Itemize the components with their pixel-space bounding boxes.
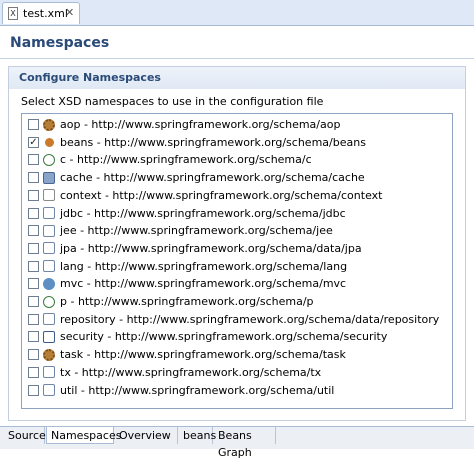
namespace-label: task - http://www.springframework.org/sc…: [60, 348, 346, 362]
editor-page-tabs: Source Namespaces Overview beans Beans Graph: [0, 426, 474, 459]
editor-tab-bar: X test.xml ✕: [0, 0, 474, 26]
xml-file-icon: X: [8, 7, 18, 20]
namespace-label: jdbc - http://www.springframework.org/sc…: [60, 206, 346, 220]
namespace-label: tx - http://www.springframework.org/sche…: [60, 365, 322, 379]
namespace-row[interactable]: ✓ beans - http://www.springframework.org/…: [28, 134, 448, 151]
bean-icon: [45, 137, 54, 147]
namespace-label: jee - http://www.springframework.org/sch…: [60, 224, 333, 238]
namespace-checkbox[interactable]: ✓: [28, 136, 39, 148]
header-divider: [0, 58, 474, 59]
namespace-checkbox[interactable]: [28, 207, 39, 219]
namespace-row[interactable]: context - http://www.springframework.org…: [28, 187, 448, 204]
mvc-icon: [43, 277, 55, 290]
namespace-row[interactable]: c - http://www.springframework.org/schem…: [28, 151, 448, 168]
namespace-row[interactable]: cache - http://www.springframework.org/s…: [28, 169, 448, 186]
section-header[interactable]: Configure Namespaces: [9, 67, 465, 89]
namespace-row[interactable]: mvc - http://www.springframework.org/sch…: [28, 275, 448, 292]
tab-beans-graph[interactable]: Beans Graph: [214, 427, 276, 459]
task-icon: [43, 348, 55, 361]
namespace-checkbox[interactable]: [28, 296, 39, 307]
jpa-icon: [43, 242, 55, 255]
namespace-label: jpa - http://www.springframework.org/sch…: [60, 241, 362, 255]
namespace-label: p - http://www.springframework.org/schem…: [60, 295, 314, 308]
namespace-label: context - http://www.springframework.org…: [60, 188, 383, 202]
namespace-checkbox[interactable]: [28, 242, 39, 254]
tx-icon: [43, 366, 55, 379]
util-icon: [43, 384, 55, 396]
jdbc-icon: [43, 207, 55, 219]
namespace-label: repository - http://www.springframework.…: [60, 312, 440, 326]
namespace-checkbox[interactable]: [28, 278, 39, 290]
configure-namespaces-section: Configure Namespaces Select XSD namespac…: [8, 66, 466, 421]
close-icon[interactable]: ✕: [65, 6, 74, 19]
c-icon: [43, 153, 55, 166]
namespace-label: c - http://www.springframework.org/schem…: [60, 153, 312, 167]
namespace-checkbox[interactable]: [28, 384, 39, 396]
namespace-list[interactable]: aop - http://www.springframework.org/sch…: [21, 113, 453, 409]
namespace-label: mvc - http://www.springframework.org/sch…: [60, 277, 347, 291]
tab-beans[interactable]: beans: [179, 427, 216, 444]
section-title: Configure Namespaces: [19, 71, 161, 84]
namespace-checkbox[interactable]: [28, 189, 39, 201]
lang-icon: [43, 260, 55, 273]
namespace-label: security - http://www.springframework.or…: [60, 330, 388, 344]
namespace-checkbox[interactable]: [28, 154, 39, 166]
namespace-row[interactable]: jdbc - http://www.springframework.org/sc…: [28, 205, 448, 222]
namespace-row[interactable]: tx - http://www.springframework.org/sche…: [28, 364, 448, 381]
namespace-checkbox[interactable]: [28, 366, 39, 378]
namespace-checkbox[interactable]: [28, 172, 39, 184]
namespace-row[interactable]: security - http://www.springframework.or…: [28, 328, 448, 345]
section-description: Select XSD namespaces to use in the conf…: [21, 95, 324, 108]
tab-overview[interactable]: Overview: [115, 427, 178, 444]
namespace-row[interactable]: util - http://www.springframework.org/sc…: [28, 382, 448, 399]
namespace-label: beans - http://www.springframework.org/s…: [60, 135, 366, 149]
page-title: Namespaces: [10, 35, 110, 51]
aop-icon: [43, 118, 55, 131]
namespace-row[interactable]: jee - http://www.springframework.org/sch…: [28, 222, 448, 239]
namespace-checkbox[interactable]: [28, 225, 39, 237]
namespace-label: cache - http://www.springframework.org/s…: [60, 171, 365, 185]
namespace-row[interactable]: lang - http://www.springframework.org/sc…: [28, 258, 448, 275]
namespace-row[interactable]: repository - http://www.springframework.…: [28, 311, 448, 328]
namespace-checkbox[interactable]: [28, 313, 39, 325]
namespace-row[interactable]: aop - http://www.springframework.org/sch…: [28, 116, 448, 133]
namespace-checkbox[interactable]: [28, 349, 39, 361]
namespace-row[interactable]: p - http://www.springframework.org/schem…: [28, 293, 448, 310]
namespace-checkbox[interactable]: [28, 119, 39, 130]
tab-source[interactable]: Source: [4, 427, 46, 444]
tab-namespaces[interactable]: Namespaces: [46, 427, 121, 444]
namespace-label: lang - http://www.springframework.org/sc…: [60, 259, 348, 273]
cache-icon: [43, 171, 55, 184]
namespace-checkbox[interactable]: [28, 331, 39, 343]
jee-icon: [43, 224, 55, 237]
security-icon: [43, 330, 55, 343]
p-icon: [43, 295, 55, 308]
namespace-checkbox[interactable]: [28, 260, 39, 272]
editor-tab-test-xml[interactable]: X test.xml ✕: [2, 2, 80, 24]
context-icon: [43, 189, 55, 202]
namespace-label: util - http://www.springframework.org/sc…: [60, 383, 335, 397]
namespace-label: aop - http://www.springframework.org/sch…: [60, 118, 341, 131]
namespace-row[interactable]: jpa - http://www.springframework.org/sch…: [28, 240, 448, 257]
repository-icon: [43, 313, 55, 326]
namespace-row[interactable]: task - http://www.springframework.org/sc…: [28, 346, 448, 363]
editor-tab-label: test.xml: [23, 7, 68, 20]
